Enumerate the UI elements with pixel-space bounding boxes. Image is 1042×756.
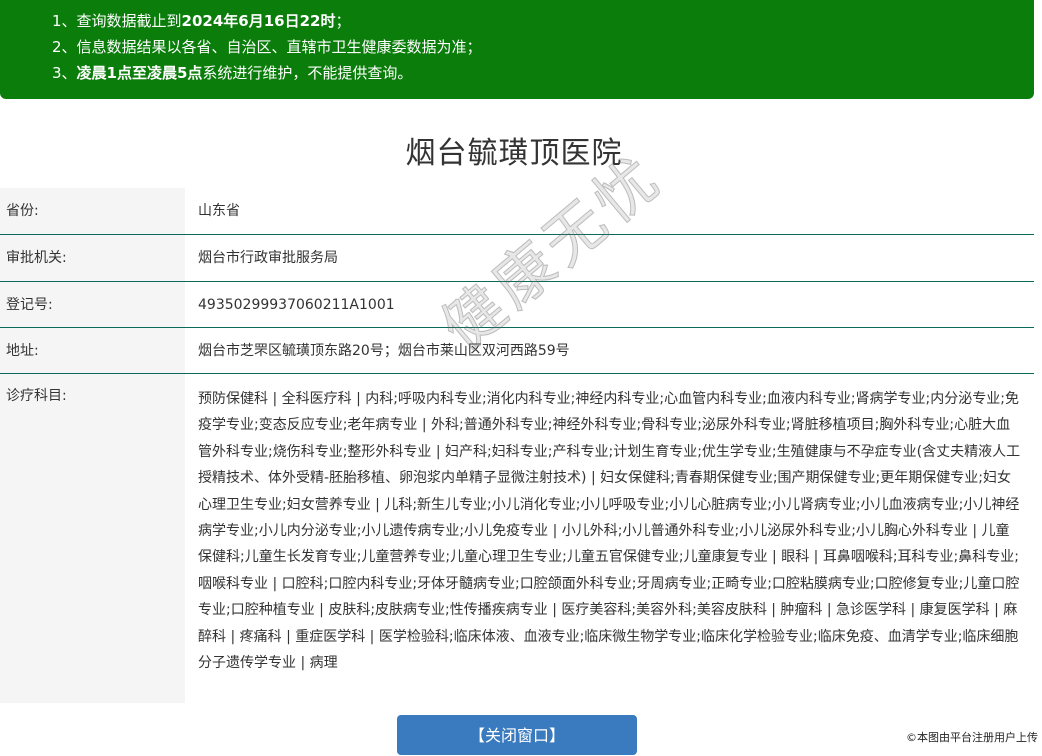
regno-label: 登记号:	[0, 282, 185, 327]
authority-value: 烟台市行政审批服务局	[198, 250, 338, 266]
authority-row: 审批机关: 烟台市行政审批服务局	[0, 235, 1034, 282]
regno-row: 登记号: 49350299937060211A1001	[0, 282, 1034, 328]
close-window-button[interactable]: 【关闭窗口】	[397, 715, 637, 755]
authority-label: 审批机关:	[0, 235, 185, 281]
upload-credit: ©本图由平台注册用户上传	[906, 729, 1038, 745]
regno-value: 49350299937060211A1001	[198, 297, 395, 313]
departments-value: 预防保健科 | 全科医疗科 | 内科;呼吸内科专业;消化内科专业;神经内科专业;…	[198, 391, 1021, 672]
notice-line-2: 2、信息数据结果以各省、自治区、直辖市卫生健康委数据为准；	[52, 38, 482, 56]
province-value: 山东省	[198, 203, 240, 219]
notice-line-1: 1、查询数据截止到2024年6月16日22时；	[52, 12, 351, 30]
province-label: 省份:	[0, 188, 185, 234]
departments-label: 诊疗科目:	[0, 374, 185, 703]
address-value: 烟台市芝罘区毓璜顶东路20号；烟台市莱山区双河西路59号	[198, 343, 570, 359]
departments-row: 诊疗科目: 预防保健科 | 全科医疗科 | 内科;呼吸内科专业;消化内科专业;神…	[0, 374, 1034, 703]
province-row: 省份: 山东省	[0, 188, 1034, 235]
notice-banner: 1、查询数据截止到2024年6月16日22时； 2、信息数据结果以各省、自治区、…	[0, 0, 1034, 99]
address-row: 地址: 烟台市芝罘区毓璜顶东路20号；烟台市莱山区双河西路59号	[0, 328, 1034, 374]
page-title: 烟台毓璜顶医院	[405, 136, 623, 171]
notice-line-3: 3、凌晨1点至凌晨5点系统进行维护，不能提供查询。	[52, 64, 413, 82]
address-label: 地址:	[0, 328, 185, 373]
